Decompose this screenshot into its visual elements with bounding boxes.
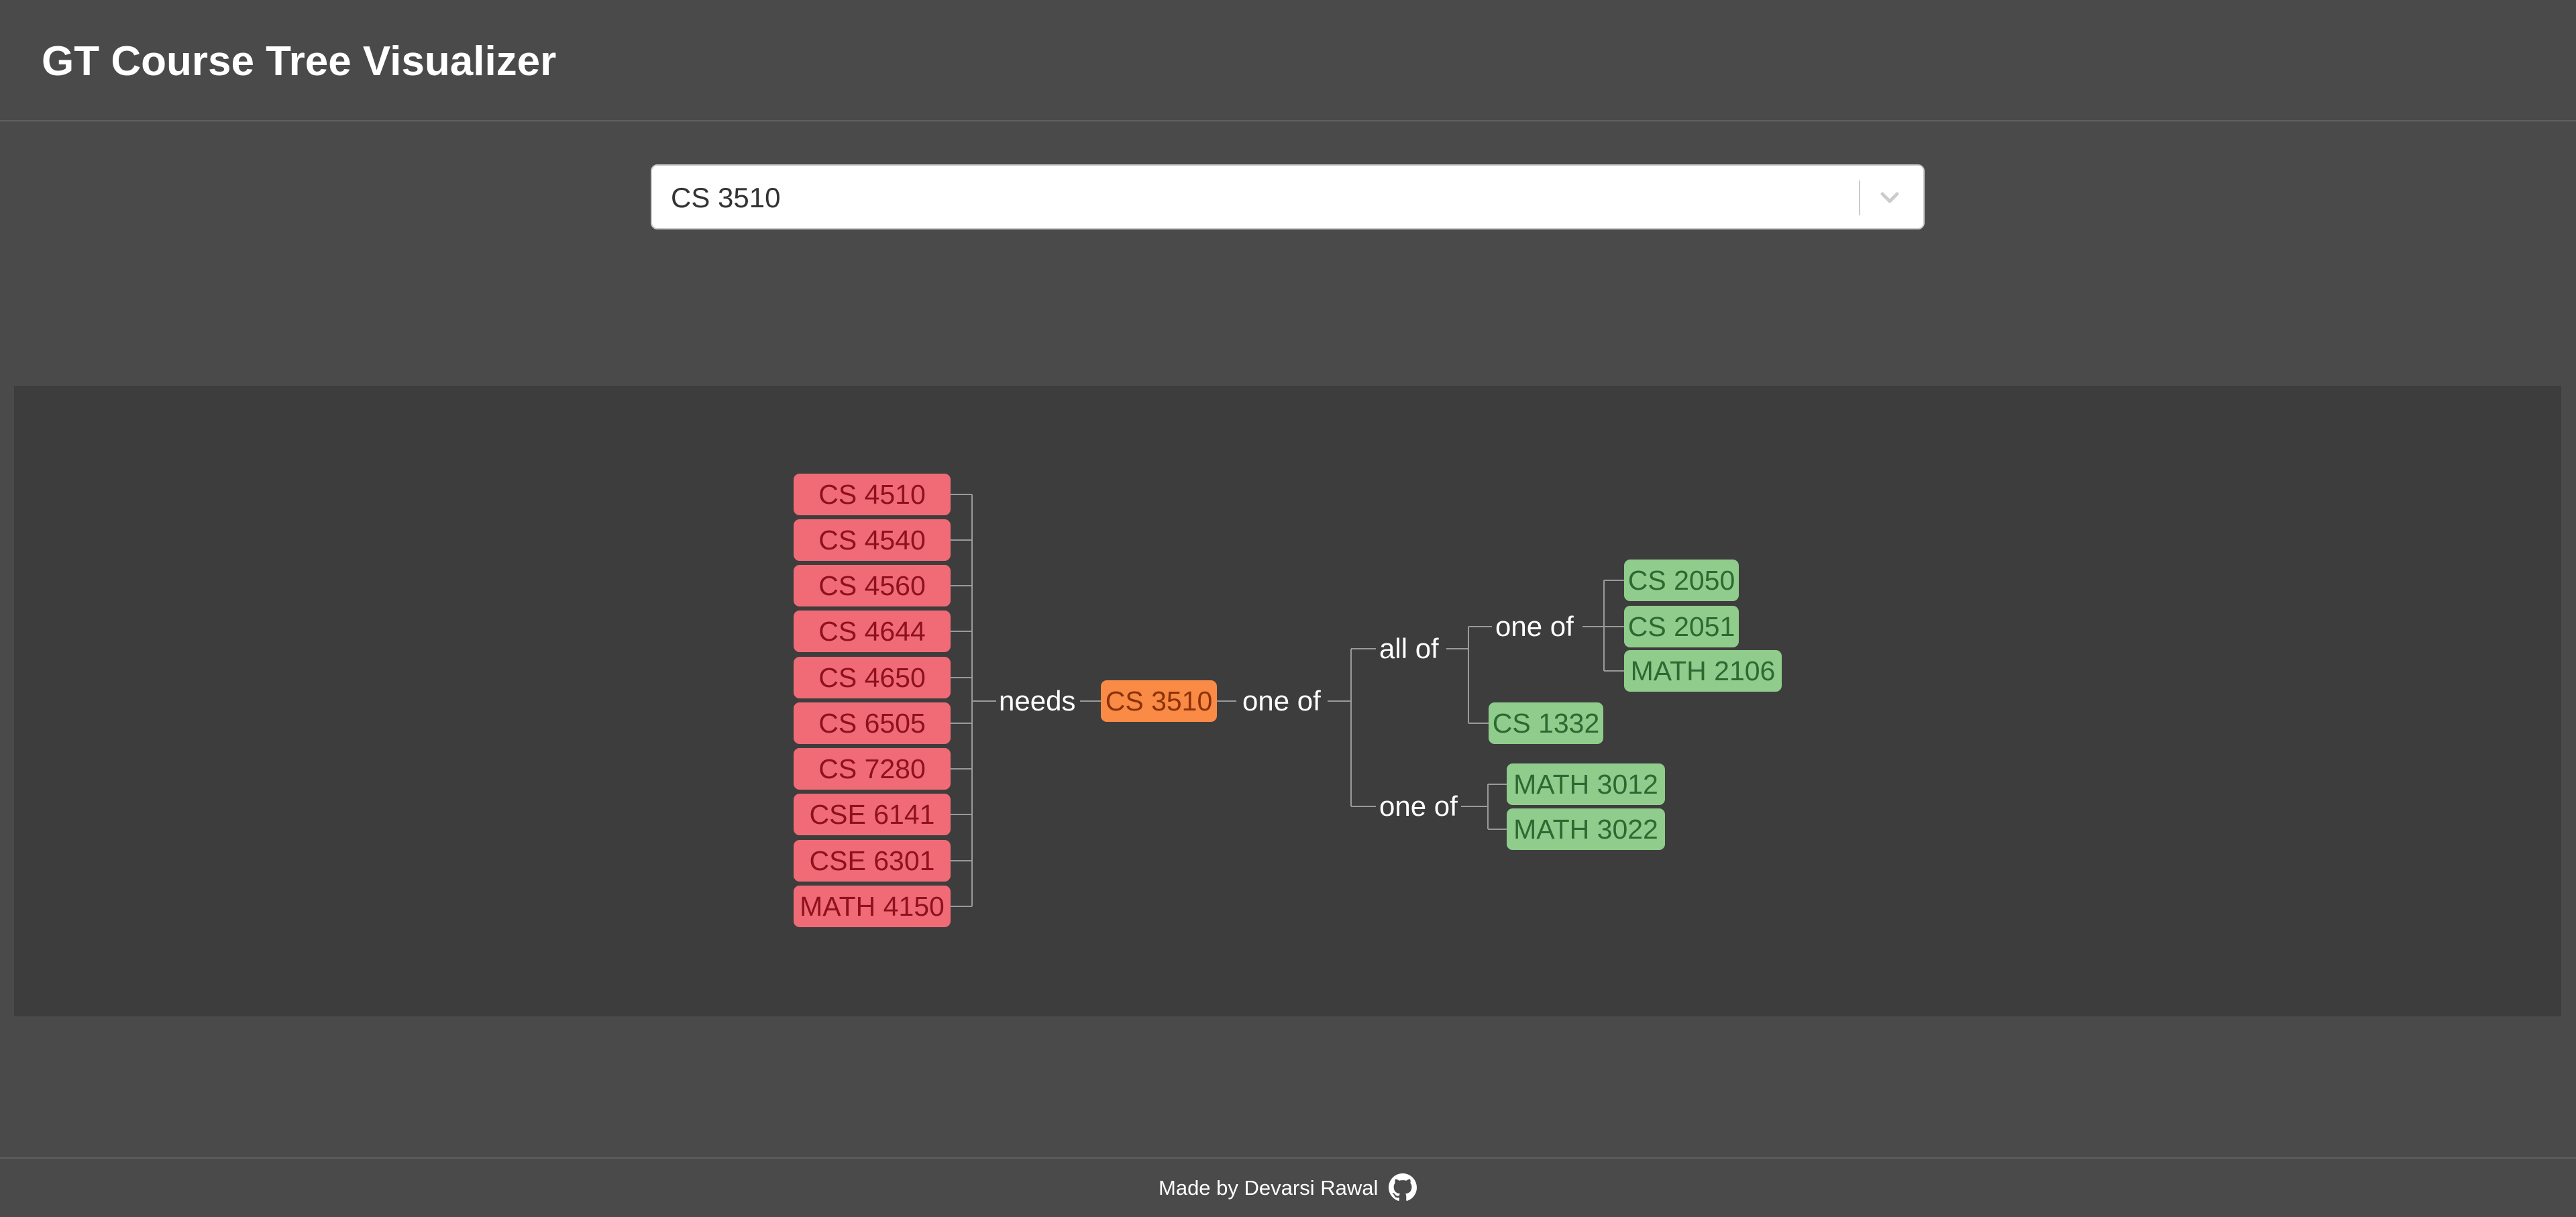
needed-by-course[interactable]: CSE 6301 (794, 840, 951, 882)
github-icon[interactable] (1389, 1173, 1417, 1202)
needed-by-course[interactable]: MATH 4150 (794, 886, 951, 927)
needed-by-course[interactable]: CS 4540 (794, 519, 951, 561)
prereq-course[interactable]: CS 1332 (1489, 702, 1603, 744)
chevron-down-icon[interactable] (1871, 178, 1909, 217)
needed-by-course[interactable]: CS 4650 (794, 657, 951, 698)
prereq-course[interactable]: MATH 3022 (1507, 808, 1665, 850)
prereq-course[interactable]: CS 2050 (1624, 560, 1739, 601)
needed-by-course[interactable]: CS 4644 (794, 611, 951, 652)
course-tree-canvas: CS 4510 CS 4540 CS 4560 CS 4644 CS 4650 … (14, 386, 2561, 1016)
prereq-course[interactable]: CS 2051 (1624, 606, 1739, 647)
needed-by-course[interactable]: CS 4510 (794, 474, 951, 515)
all-of-label: all of (1379, 633, 1439, 664)
prereq-course[interactable]: MATH 3012 (1507, 763, 1665, 805)
needed-by-course[interactable]: CS 7280 (794, 748, 951, 790)
second-one-of-label: one of (1379, 790, 1458, 822)
footer: Made by Devarsi Rawal (0, 1157, 2576, 1217)
needs-label: needs (999, 685, 1076, 717)
course-select[interactable]: CS 3510 (651, 164, 1925, 229)
course-select-value: CS 3510 (671, 182, 781, 213)
needed-by-course[interactable]: CS 6505 (794, 702, 951, 744)
selected-course-node[interactable]: CS 3510 (1101, 680, 1217, 722)
one-of-root-label: one of (1242, 685, 1321, 717)
app-header: GT Course Tree Visualizer (0, 0, 2576, 121)
app-title: GT Course Tree Visualizer (42, 38, 557, 85)
select-separator (1859, 180, 1860, 215)
needed-by-course[interactable]: CSE 6141 (794, 794, 951, 835)
app-root: GT Course Tree Visualizer CS 3510 CS 451… (0, 0, 2576, 1217)
prereq-course[interactable]: MATH 2106 (1624, 650, 1782, 692)
needed-by-course[interactable]: CS 4560 (794, 565, 951, 606)
footer-credit: Made by Devarsi Rawal (1159, 1176, 1379, 1200)
inner-one-of-label: one of (1495, 611, 1574, 642)
